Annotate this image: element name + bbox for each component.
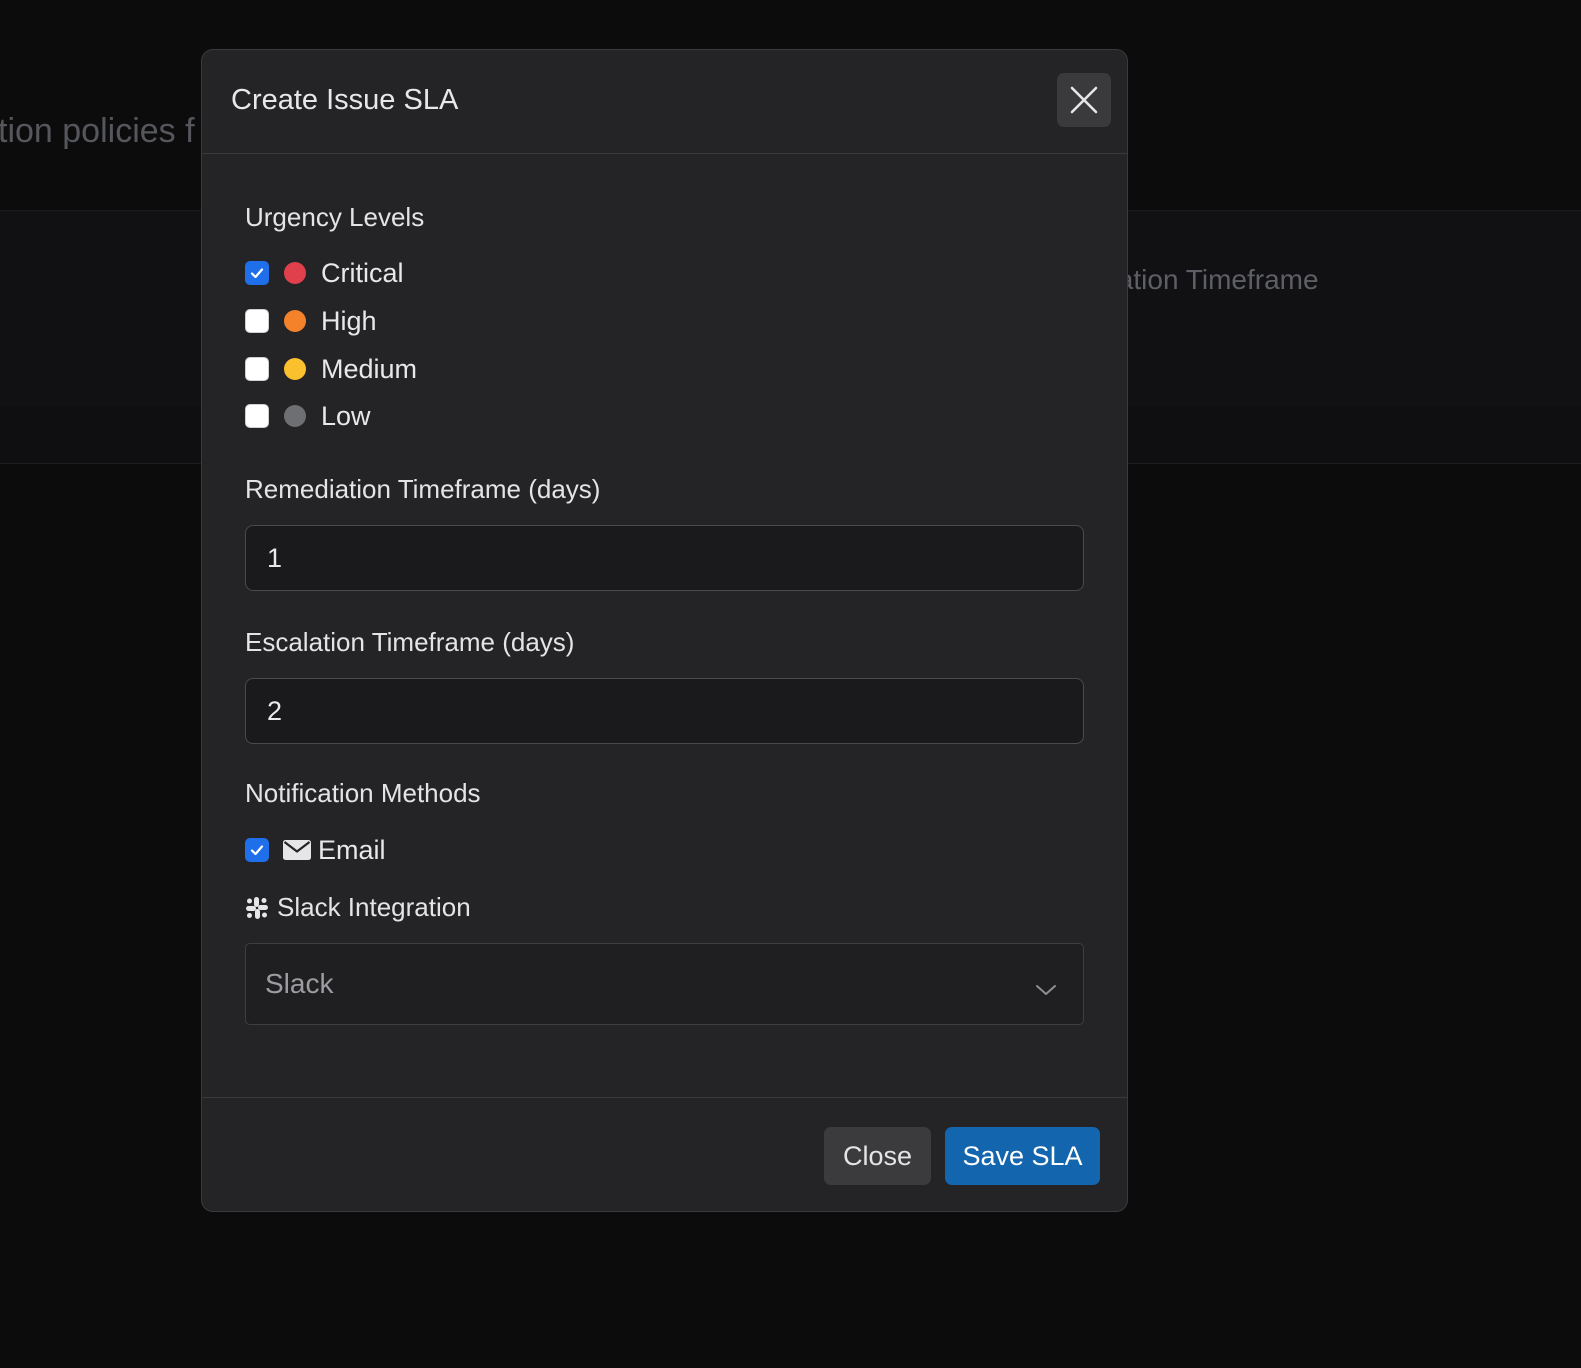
email-checkbox[interactable] bbox=[245, 838, 269, 862]
medium-checkbox[interactable] bbox=[245, 357, 269, 381]
background-column-header: alation Timeframe bbox=[1096, 264, 1319, 295]
low-checkbox[interactable] bbox=[245, 404, 269, 428]
slack-select-value: Slack bbox=[265, 968, 334, 999]
close-icon[interactable] bbox=[1057, 73, 1111, 127]
high-dot-icon bbox=[284, 310, 306, 332]
slack-integration-label: Slack Integration bbox=[277, 892, 471, 922]
envelope-icon bbox=[283, 839, 311, 861]
background-subtitle: tion policies f bbox=[0, 112, 195, 150]
chevron-down-icon bbox=[1035, 972, 1057, 1004]
close-button[interactable]: Close bbox=[824, 1127, 931, 1185]
modal-title: Create Issue SLA bbox=[231, 84, 459, 116]
medium-label: Medium bbox=[321, 353, 418, 384]
medium-dot-icon bbox=[284, 358, 306, 380]
high-label: High bbox=[321, 305, 377, 336]
critical-dot-icon bbox=[284, 262, 306, 284]
slack-channel-select[interactable]: Slack bbox=[245, 943, 1084, 1025]
notification-methods-label: Notification Methods bbox=[245, 778, 481, 808]
urgency-option-critical[interactable]: Critical bbox=[245, 258, 404, 288]
modal-footer: Close Save SLA bbox=[202, 1097, 1127, 1211]
urgency-option-high[interactable]: High bbox=[245, 306, 377, 336]
escalation-timeframe-label: Escalation Timeframe (days) bbox=[245, 627, 575, 657]
high-checkbox[interactable] bbox=[245, 309, 269, 333]
slack-integration-label-row: Slack Integration bbox=[245, 892, 471, 923]
modal-header: Create Issue SLA bbox=[202, 50, 1127, 154]
low-label: Low bbox=[321, 400, 371, 431]
email-label: Email bbox=[318, 834, 386, 865]
save-sla-button[interactable]: Save SLA bbox=[945, 1127, 1100, 1185]
urgency-option-medium[interactable]: Medium bbox=[245, 354, 417, 384]
slack-icon bbox=[245, 896, 269, 920]
critical-checkbox[interactable] bbox=[245, 261, 269, 285]
low-dot-icon bbox=[284, 405, 306, 427]
create-sla-modal: Create Issue SLA Urgency Levels Critical… bbox=[201, 49, 1128, 1212]
critical-label: Critical bbox=[321, 257, 404, 288]
remediation-timeframe-input[interactable]: 1 bbox=[245, 525, 1084, 591]
notification-option-email[interactable]: Email bbox=[245, 835, 386, 865]
escalation-timeframe-input[interactable]: 2 bbox=[245, 678, 1084, 744]
remediation-timeframe-label: Remediation Timeframe (days) bbox=[245, 474, 601, 504]
urgency-option-low[interactable]: Low bbox=[245, 401, 371, 431]
urgency-levels-label: Urgency Levels bbox=[245, 202, 425, 232]
